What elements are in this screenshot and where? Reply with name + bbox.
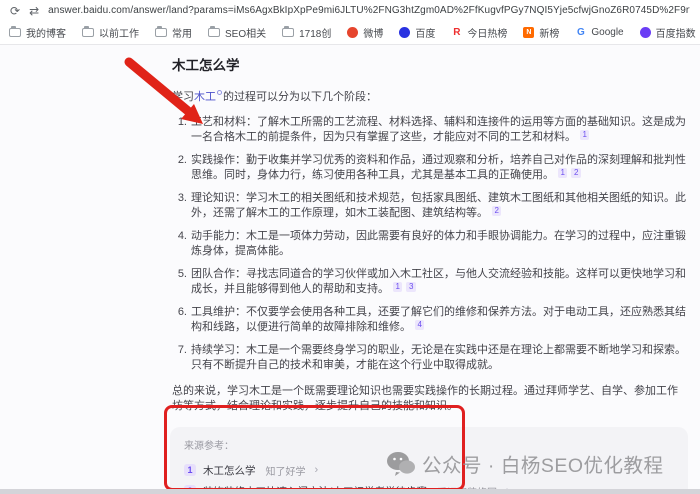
source-card: 来源参考： 1木工怎么学知了好学›2装饰装修木工快速入门方法(木工初学者学徒步骤… [170,427,688,494]
stage-item-number: 3. [172,191,187,222]
reload-icon[interactable]: ⟳ [10,5,20,17]
stage-item-text: 工具维护：不仅要学会使用各种工具，还要了解它们的维修和保养方法。对于电动工具，还… [191,305,688,336]
citation-badge[interactable]: 4 [415,320,424,330]
mugong-link[interactable]: 木工 [194,91,216,103]
bookmark-item[interactable]: 百度指数 [640,25,696,40]
bookmark-item[interactable]: R 今日热榜 [451,25,507,40]
bookmark-item[interactable]: 我的博客 [9,25,66,40]
bookmark-label: 我的博客 [26,25,66,40]
stage-list: 1.工艺和材料：了解木工所需的工艺流程、材料选择、辅料和连接件的运用等方面的基础… [170,115,688,374]
bookmark-label: 新榜 [539,25,559,40]
folder-icon [208,28,220,37]
browser-window: ⟳ ⇄ answer.baidu.com/answer/land?params=… [0,0,700,494]
xinbang-icon: N [523,27,534,38]
stage-item: 5.团队合作：寻找志同道合的学习伙伴或加入木工社区，与他人交流经验和技能。这样可… [172,267,688,298]
stage-item-number: 2. [172,153,187,184]
source-title[interactable]: 木工怎么学 [203,463,256,478]
page-content: 木工怎么学 学习木工的过程可以分为以下几个阶段： 1.工艺和材料：了解木工所需的… [0,46,700,494]
stage-item: 4.动手能力：木工是一项体力劳动，因此需要有良好的体力和手眼协调能力。在学习的过… [172,229,688,260]
source-number-badge: 1 [184,464,196,476]
bookmark-label: SEO相关 [225,25,266,40]
intro-line: 学习木工的过程可以分为以下几个阶段： [172,90,686,106]
citation-badge[interactable]: 1 [393,282,402,292]
source-heading: 来源参考： [184,437,674,452]
baidu-index-icon [640,27,651,38]
page-title: 木工怎么学 [172,54,688,74]
folder-icon [282,28,294,37]
weibo-icon [347,27,358,38]
tab-switcher-icon[interactable]: ⇄ [29,5,39,17]
bookmark-item[interactable]: 以前工作 [82,25,139,40]
folder-icon [9,28,21,37]
stage-item-number: 7. [172,343,187,374]
source-site-name: 知了好学 [266,463,306,478]
stage-item-text: 工艺和材料：了解木工所需的工艺流程、材料选择、辅料和连接件的运用等方面的基础知识… [191,115,688,146]
intro-prefix: 学习 [172,91,194,103]
chevron-right-icon: › [315,464,319,476]
stage-item-text: 实践操作：勤于收集并学习优秀的资料和作品，通过观察和分析，培养自己对作品的深刻理… [191,153,688,184]
bookmark-item[interactable]: N 新榜 [523,25,559,40]
stage-item-text: 持续学习：木工是一个需要终身学习的职业，无论是在实践中还是在理论上都需要不断地学… [191,343,688,374]
stage-item-text: 动手能力：木工是一项体力劳动，因此需要有良好的体力和手眼协调能力。在学习的过程中… [191,229,688,260]
intro-suffix: 的过程可以分为以下几个阶段： [223,91,377,103]
google-icon: G [575,27,586,38]
citation-badge[interactable]: 1 [558,168,567,178]
bookmark-label: 百度 [415,25,435,40]
bookmark-label: 常用 [172,25,192,40]
stage-item: 3.理论知识：学习木工的相关图纸和技术规范，包括家具图纸、建筑木工图纸和其他相关… [172,191,688,222]
stage-item: 7.持续学习：木工是一个需要终身学习的职业，无论是在实践中还是在理论上都需要不断… [172,343,688,374]
jinri-rebang-icon: R [451,27,462,38]
bookmark-label: 以前工作 [99,25,139,40]
bookmark-label: 今日热榜 [467,25,507,40]
stage-item-text: 理论知识：学习木工的相关图纸和技术规范，包括家具图纸、建筑木工图纸和其他相关图纸… [191,191,688,222]
stage-item-text: 团队合作：寻找志同道合的学习伙伴或加入木工社区，与他人交流经验和技能。这样可以更… [191,267,688,298]
source-row[interactable]: 1 木工怎么学知了好学 › [184,460,674,481]
stage-item-number: 1. [172,115,187,146]
stage-item: 2.实践操作：勤于收集并学习优秀的资料和作品，通过观察和分析，培养自己对作品的深… [172,153,688,184]
bookmark-item[interactable]: SEO相关 [208,25,266,40]
bookmark-label: Google [591,27,623,38]
citation-badge[interactable]: 2 [492,206,501,216]
citation-badge[interactable]: 1 [580,130,589,140]
search-ring-icon [217,90,222,95]
bookmarks-bar: 我的博客 以前工作 常用 SEO相关 1718创 微博 百度 R 今日热榜 N 新榜 G Google 百… [0,21,700,44]
bookmark-item[interactable]: 常用 [155,25,192,40]
stage-item: 6.工具维护：不仅要学会使用各种工具，还要了解它们的维修和保养方法。对于电动工具… [172,305,688,336]
stage-item-number: 4. [172,229,187,260]
bookmark-item[interactable]: 1718创 [282,25,331,40]
baidu-icon [399,27,410,38]
browser-chrome: ⟳ ⇄ answer.baidu.com/answer/land?params=… [0,0,700,45]
bookmark-item[interactable]: G Google [575,27,623,38]
address-bar: ⟳ ⇄ answer.baidu.com/answer/land?params=… [0,0,700,21]
bookmark-label: 1718创 [299,25,331,40]
bookmark-item[interactable]: 百度 [399,25,435,40]
citation-badge[interactable]: 3 [406,282,415,292]
stage-item-number: 5. [172,267,187,298]
url-text[interactable]: answer.baidu.com/answer/land?params=iMs6… [48,5,690,16]
folder-icon [155,28,167,37]
bookmark-label: 微博 [363,25,383,40]
stage-item: 1.工艺和材料：了解木工所需的工艺流程、材料选择、辅料和连接件的运用等方面的基础… [172,115,688,146]
stage-item-number: 6. [172,305,187,336]
folder-icon [82,28,94,37]
bookmark-item[interactable]: 微博 [347,25,383,40]
bottom-edge-strip [0,489,700,494]
bookmark-label: 百度指数 [656,25,696,40]
conclusion-paragraph: 总的来说，学习木工是一个既需要理论知识也需要实践操作的长期过程。通过拜师学艺、自… [172,384,686,415]
citation-badge[interactable]: 2 [571,168,580,178]
